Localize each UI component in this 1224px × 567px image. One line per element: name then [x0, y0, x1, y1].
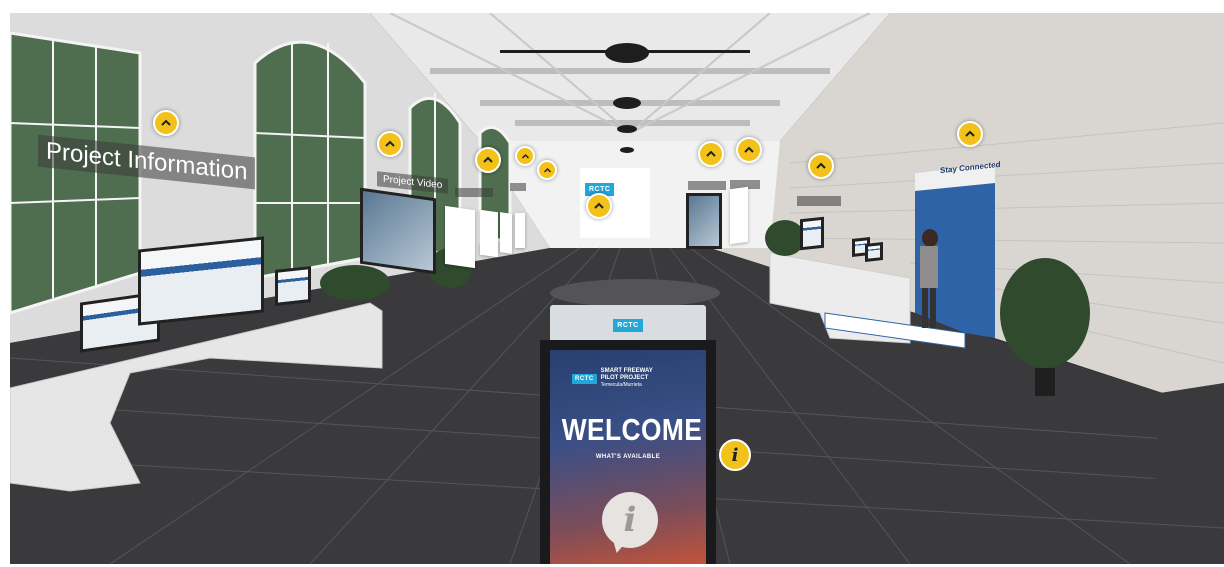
hotspot[interactable]: [515, 146, 535, 166]
info-icon[interactable]: i: [719, 439, 751, 471]
hotspot-project-information[interactable]: [153, 110, 179, 136]
chevron-up-icon: [543, 167, 551, 173]
hotspot[interactable]: [698, 141, 724, 167]
chevron-up-icon: [706, 150, 716, 157]
hotspot-back-wall[interactable]: [586, 193, 612, 219]
info-bubble-icon[interactable]: i: [602, 492, 658, 548]
kiosk-logo-block: RCTC SMART FREEWAY PILOT PROJECT Temecul…: [572, 368, 653, 389]
hotspot[interactable]: [475, 147, 501, 173]
hotspot[interactable]: [808, 153, 834, 179]
chevron-up-icon: [161, 119, 171, 126]
wall-sign: [797, 196, 841, 206]
display-screen[interactable]: [686, 193, 722, 249]
display-screen[interactable]: [360, 187, 436, 275]
project-location: Temecula/Murrieta: [600, 382, 642, 388]
kiosk-header: RCTC: [550, 305, 706, 345]
display-screen[interactable]: [275, 266, 311, 306]
info-board[interactable]: [480, 209, 498, 258]
display-screen[interactable]: [138, 236, 264, 326]
chevron-up-icon: [385, 140, 395, 147]
rctc-logo: RCTC: [572, 373, 597, 384]
kiosk-panel[interactable]: RCTC SMART FREEWAY PILOT PROJECT Temecul…: [550, 350, 706, 564]
chevron-up-icon: [483, 156, 493, 163]
chevron-up-icon: [594, 202, 604, 209]
wall-sign: [455, 188, 493, 197]
chevron-up-icon: [744, 146, 754, 153]
rctc-logo: RCTC: [613, 318, 643, 332]
project-name-line1: SMART FREEWAY: [600, 368, 653, 374]
hotspot[interactable]: [736, 137, 762, 163]
info-board[interactable]: [730, 186, 748, 245]
info-board[interactable]: [500, 212, 512, 254]
wall-sign: [688, 181, 726, 190]
welcome-title: WELCOME: [561, 412, 703, 447]
virtual-room-viewport[interactable]: Project Information Project Video Stay C…: [10, 13, 1224, 564]
welcome-kiosk[interactable]: RCTC RCTC SMART FREEWAY PILOT PROJECT Te…: [540, 305, 716, 564]
hotspot[interactable]: [537, 160, 557, 180]
display-screen[interactable]: [865, 242, 883, 262]
chevron-up-icon: [816, 162, 826, 169]
display-screen[interactable]: [800, 216, 824, 251]
hotspot-stay-connected[interactable]: [957, 121, 983, 147]
chevron-up-icon: [965, 130, 975, 137]
info-board[interactable]: [515, 213, 525, 248]
project-name-line2: PILOT PROJECT: [600, 375, 649, 381]
chevron-up-icon: [521, 153, 529, 159]
hotspot-project-video[interactable]: [377, 131, 403, 157]
wall-sign: [510, 183, 526, 191]
info-board[interactable]: [445, 205, 475, 269]
whats-available-label[interactable]: WHAT'S AVAILABLE: [550, 454, 706, 460]
